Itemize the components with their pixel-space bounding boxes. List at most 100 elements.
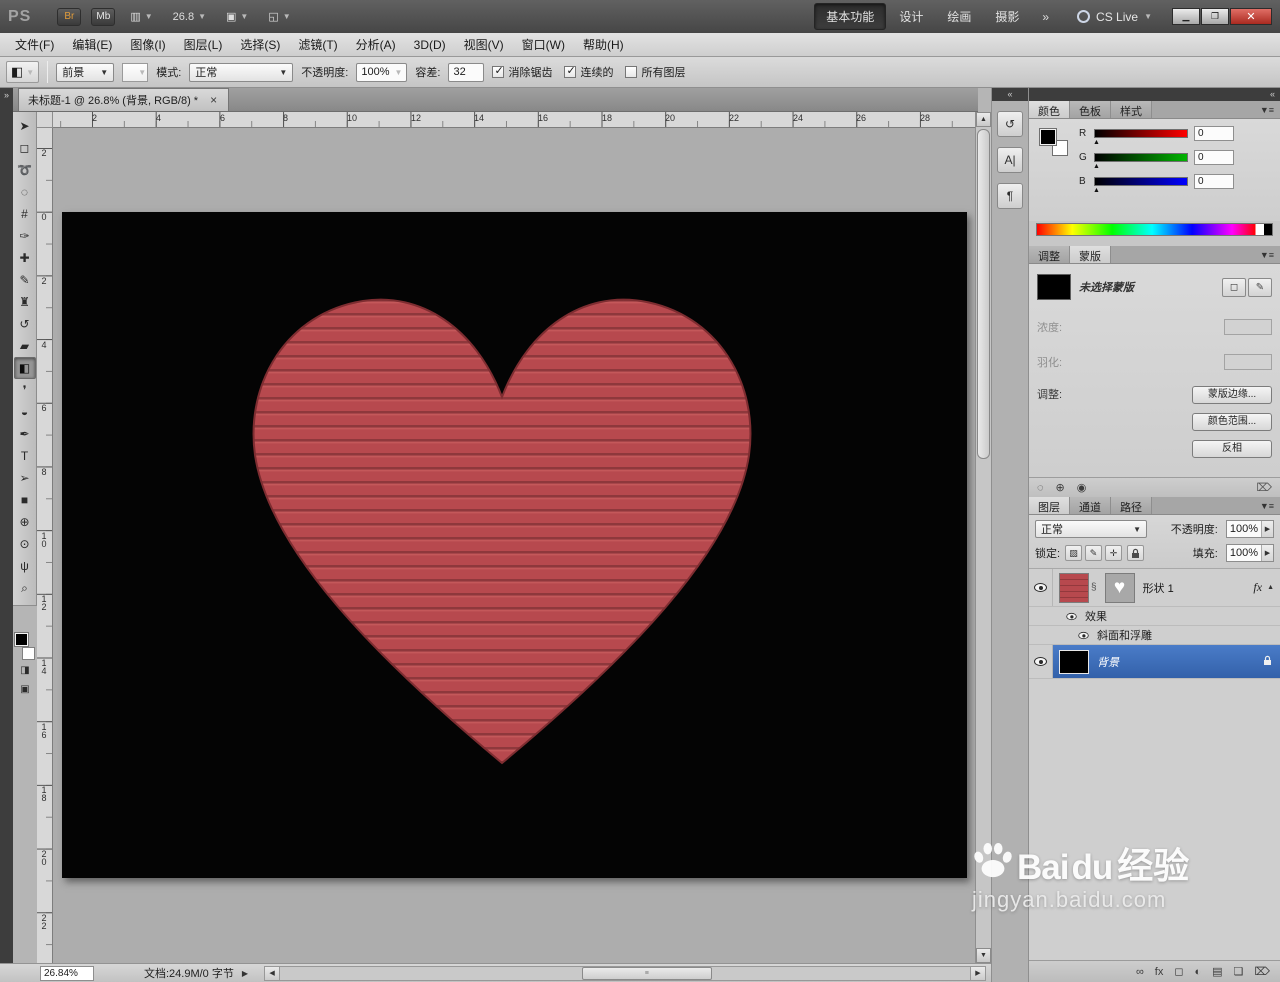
tab-masks[interactable]: 蒙版 [1070,246,1111,263]
scroll-up-icon[interactable]: ▲ [976,112,991,127]
tolerance-input[interactable]: 32 [448,62,485,82]
status-popup-icon[interactable]: ▶ [242,969,248,978]
vertical-ruler[interactable]: 2 0 2 4 6 8 10 12 14 16 18 20 22 [37,128,53,963]
tab-close-icon[interactable]: × [208,93,219,107]
ruler-corner[interactable] [37,112,53,128]
menu-item[interactable]: 帮助(H) [574,33,633,56]
opacity-field[interactable]: 100% ▼ [356,62,408,82]
apply-mask-icon[interactable]: ⊕ [1056,481,1065,494]
spot-healing-brush-tool[interactable]: ✚ [14,247,36,269]
color-swatch-control[interactable] [14,632,36,661]
tab-adjustments[interactable]: 调整 [1029,246,1070,263]
effect-visibility-icon[interactable] [1078,631,1089,639]
invert-button[interactable]: 反相 [1192,440,1272,458]
history-panel-icon[interactable]: ↺ [997,111,1023,137]
spinner-arrow-icon[interactable]: ▶ [1261,521,1273,537]
color-spectrum-ramp[interactable] [1036,223,1273,236]
tab-channels[interactable]: 通道 [1070,497,1111,514]
menu-item[interactable]: 分析(A) [347,33,405,56]
layer-thumbnail[interactable] [1059,572,1089,603]
type-tool[interactable]: T [14,445,36,467]
layer-effects-badge[interactable]: fx [1253,580,1262,595]
bridge-button[interactable]: Br [57,7,82,26]
lasso-tool[interactable]: ➰ [14,159,36,181]
channel-value-input[interactable]: 0 [1194,126,1234,141]
panel-color-swatches[interactable] [1035,127,1075,167]
history-brush-tool[interactable]: ↺ [14,313,36,335]
dodge-tool[interactable]: ◒ [14,401,36,423]
workspace-tab-design[interactable]: 设计 [888,4,934,29]
add-vector-mask-icon[interactable]: ✎ [1248,277,1272,297]
menu-item[interactable]: 文件(F) [6,33,63,56]
feather-input[interactable] [1224,354,1272,370]
path-selection-tool[interactable]: ➢ [14,467,36,489]
menu-item[interactable]: 3D(D) [405,35,455,55]
tool-preset-picker[interactable]: ◧ ▼ [6,61,40,83]
document-tab[interactable]: 未标题-1 @ 26.8% (背景, RGB/8) * × [18,88,230,111]
layer-style-icon[interactable]: fx [1155,966,1164,978]
background-color-swatch[interactable] [22,647,35,660]
color-range-button[interactable]: 颜色范围... [1192,413,1272,431]
slider-marker-icon[interactable]: ▲ [1093,139,1100,146]
restore-button[interactable]: ❐ [1201,8,1229,25]
panel-menu-icon[interactable]: ▼≡ [1254,105,1280,118]
lock-position-icon[interactable]: ✛ [1105,545,1123,561]
cs-live-button[interactable]: CS Live ▼ [1077,10,1152,24]
channel-value-input[interactable]: 0 [1194,174,1234,189]
close-button[interactable]: ✕ [1230,8,1272,25]
effects-visibility-icon[interactable] [1066,612,1077,620]
minimize-button[interactable]: ▁ [1172,8,1200,25]
layer-row-background[interactable]: 背景 [1029,645,1280,679]
arrange-documents-button[interactable]: ▣ ▼ [221,8,253,25]
density-input[interactable] [1224,319,1272,335]
character-panel-icon[interactable]: A| [997,147,1023,173]
rectangular-marquee-tool[interactable]: ◻ [14,137,36,159]
pattern-swatch-picker[interactable]: ▼ [122,62,149,82]
foreground-color-swatch[interactable] [14,632,29,647]
menu-item[interactable]: 编辑(E) [63,33,121,56]
collapse-tools-icon[interactable]: » [0,90,13,100]
delete-layer-icon[interactable]: ⌦ [1254,965,1270,978]
panel-menu-icon[interactable]: ▼≡ [1254,501,1280,514]
workspace-tab-painting[interactable]: 绘画 [936,4,982,29]
menu-item[interactable]: 图像(I) [121,33,174,56]
quick-mask-button[interactable]: ◨ [14,661,36,680]
contiguous-checkbox[interactable]: 连续的 [564,64,613,80]
brush-tool[interactable]: ✎ [14,269,36,291]
eyedropper-tool[interactable]: ✑ [14,225,36,247]
pen-tool[interactable]: ✒ [14,423,36,445]
horizontal-scrollbar[interactable]: ◀ ≡ ▶ [264,965,986,981]
new-adjustment-layer-icon[interactable]: ◐ [1195,966,1202,978]
layer-opacity-field[interactable]: 100% ▶ [1225,520,1274,538]
channel-slider[interactable]: ▲ [1093,177,1188,194]
new-group-icon[interactable]: ▤ [1212,965,1222,978]
collapse-dock-icon[interactable]: « [1029,88,1280,101]
lock-pixels-icon[interactable]: ✎ [1085,545,1103,561]
layer-name[interactable]: 形状 1 [1143,580,1174,596]
scroll-right-icon[interactable]: ▶ [970,966,985,980]
mode-dropdown[interactable]: 正常 ▼ [189,62,294,82]
canvas-workspace[interactable] [53,128,975,963]
3d-rotate-tool[interactable]: ⊕ [14,511,36,533]
all-layers-checkbox[interactable]: 所有图层 [625,64,685,80]
screen-mode-toggle[interactable]: ▣ [14,680,36,699]
workspace-tab-essentials[interactable]: 基本功能 [814,3,887,30]
spinner-arrow-icon[interactable]: ▶ [1261,545,1273,561]
slider-marker-icon[interactable]: ▲ [1093,187,1100,194]
lock-transparency-icon[interactable]: ▨ [1065,545,1083,561]
panel-menu-icon[interactable]: ▼≡ [1254,250,1280,263]
vector-mask-thumbnail[interactable]: ♥ [1104,572,1135,603]
blur-tool[interactable]: ❜ [14,379,36,401]
add-layer-mask-icon[interactable]: ◻ [1174,965,1183,978]
disable-mask-icon[interactable]: ◉ [1077,481,1087,494]
effects-row[interactable]: 效果 [1029,607,1280,626]
layer-visibility-icon[interactable] [1034,657,1047,666]
delete-mask-icon[interactable]: ⌦ [1256,481,1272,494]
expand-dock-icon[interactable]: « [992,88,1028,101]
menu-item[interactable]: 视图(V) [455,33,513,56]
eraser-tool[interactable]: ▰ [14,335,36,357]
channel-slider[interactable]: ▲ [1093,153,1188,170]
horizontal-ruler[interactable]: 2 4 6 8 10 12 14 16 18 20 22 24 26 28 [53,112,975,128]
link-layers-icon[interactable]: ∞ [1136,966,1144,978]
scroll-left-icon[interactable]: ◀ [265,966,281,980]
